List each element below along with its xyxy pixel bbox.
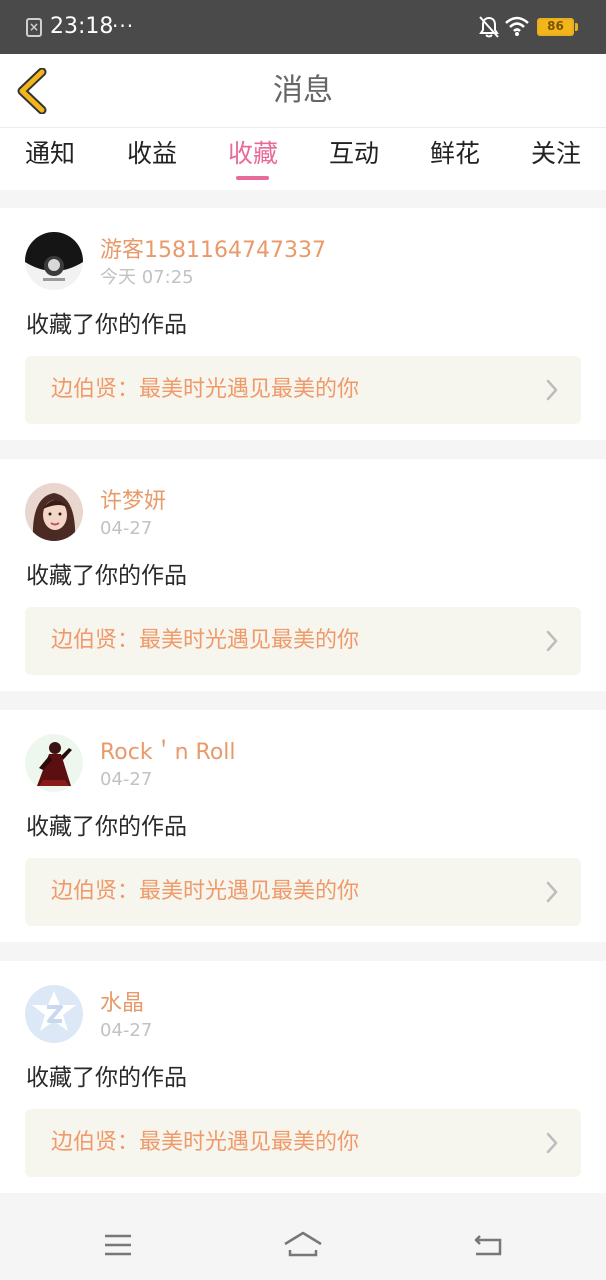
work-link[interactable]: 边伯贤：最美时光遇见最美的你 (25, 858, 581, 926)
message-date: 今天 07:25 (100, 267, 194, 288)
message-date: 04-27 (100, 769, 153, 790)
avatar[interactable] (25, 734, 83, 792)
wifi-icon (505, 16, 529, 36)
bell-muted-icon (479, 16, 499, 38)
system-nav-bar (0, 1210, 606, 1280)
message-date: 04-27 (100, 1020, 153, 1041)
status-bar: × 23:18 ··· 86 (0, 0, 606, 54)
message-action: 收藏了你的作品 (26, 814, 187, 840)
work-title: 边伯贤：最美时光遇见最美的你 (51, 377, 360, 402)
status-time: 23:18 (50, 14, 114, 39)
message-card: 许梦妍 04-27 收藏了你的作品 边伯贤：最美时光遇见最美的你 (0, 459, 606, 691)
chevron-right-icon (546, 1132, 558, 1154)
avatar[interactable] (25, 232, 83, 290)
app-close-icon: × (26, 18, 42, 37)
message-card: 水晶 04-27 收藏了你的作品 边伯贤：最美时光遇见最美的你 (0, 961, 606, 1193)
battery-icon: 86 (537, 18, 579, 36)
tab-bar: 通知 收益 收藏 互动 鲜花 关注 (0, 128, 606, 190)
work-title: 边伯贤：最美时光遇见最美的你 (51, 879, 360, 904)
header: 消息 (0, 54, 606, 128)
tab-interactions[interactable]: 互动 (314, 136, 394, 172)
work-link[interactable]: 边伯贤：最美时光遇见最美的你 (25, 1109, 581, 1177)
username[interactable]: 许梦妍 (100, 488, 166, 516)
tab-favorites[interactable]: 收藏 (213, 136, 293, 172)
page-title: 消息 (273, 73, 333, 108)
status-more-dots: ··· (112, 14, 135, 38)
tab-earnings[interactable]: 收益 (112, 136, 192, 172)
home-icon[interactable] (283, 1228, 323, 1262)
message-action: 收藏了你的作品 (26, 312, 187, 338)
message-action: 收藏了你的作品 (26, 563, 187, 589)
avatar[interactable] (25, 985, 83, 1043)
chevron-right-icon (546, 379, 558, 401)
back-icon[interactable] (468, 1228, 508, 1262)
message-card: 游客1581164747337 今天 07:25 收藏了你的作品 边伯贤：最美时… (0, 208, 606, 440)
active-tab-indicator (236, 176, 269, 180)
message-card: Rock＇n Roll 04-27 收藏了你的作品 边伯贤：最美时光遇见最美的你 (0, 710, 606, 942)
message-date: 04-27 (100, 518, 153, 539)
chevron-right-icon (546, 881, 558, 903)
username[interactable]: 水晶 (100, 990, 144, 1018)
avatar[interactable] (25, 483, 83, 541)
username[interactable]: 游客1581164747337 (100, 237, 326, 265)
message-action: 收藏了你的作品 (26, 1065, 187, 1091)
chevron-right-icon (546, 630, 558, 652)
tab-notifications[interactable]: 通知 (10, 136, 90, 172)
work-link[interactable]: 边伯贤：最美时光遇见最美的你 (25, 607, 581, 675)
work-title: 边伯贤：最美时光遇见最美的你 (51, 628, 360, 653)
battery-level: 86 (547, 19, 564, 33)
menu-icon[interactable] (98, 1228, 138, 1262)
work-title: 边伯贤：最美时光遇见最美的你 (51, 1130, 360, 1155)
tab-flowers[interactable]: 鲜花 (415, 136, 495, 172)
work-link[interactable]: 边伯贤：最美时光遇见最美的你 (25, 356, 581, 424)
username[interactable]: Rock＇n Roll (100, 739, 236, 767)
tab-follows[interactable]: 关注 (516, 136, 596, 172)
